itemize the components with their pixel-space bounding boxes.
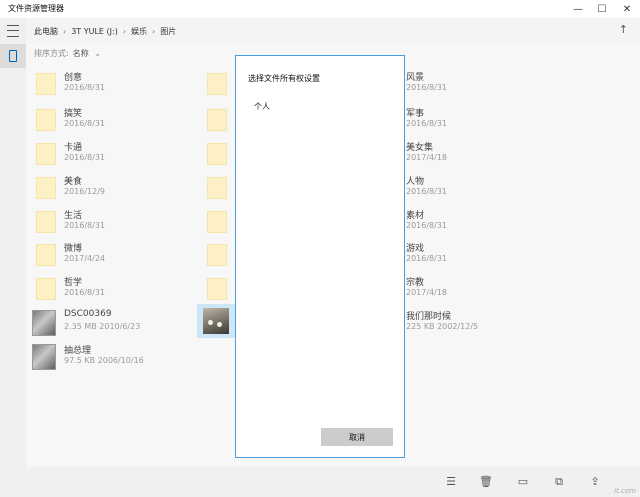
ownership-option-personal[interactable]: 个人 [254,101,270,112]
item-name: 人物 [406,177,425,187]
share-icon[interactable]: ⇪ [588,475,602,489]
image-thumbnail [203,308,229,334]
item-meta: 2016/8/31 [64,288,106,297]
folder-icon [36,143,56,165]
item-name: 创意 [64,73,83,83]
folder-icon[interactable] [207,177,227,199]
maximize-button[interactable]: ☐ [589,0,615,18]
item-meta: 2016/8/31 [406,187,448,196]
folder-icon [36,177,56,199]
folder-icon[interactable] [207,244,227,266]
item-meta: 2016/12/9 [64,187,106,196]
folder-icon [36,278,56,300]
folder-icon[interactable] [207,278,227,300]
chevron-right-icon: › [122,27,127,36]
watermark: it.com [614,487,636,495]
folder-icon [36,211,56,233]
item-name: 搞笑 [64,109,83,119]
item-name: DSC00369 [64,309,112,319]
address-bar: 此电脑 › 3T YULE (J:) › 娱乐 › 图片 ↑ [26,18,640,44]
new-file-icon[interactable]: ▭ [516,475,530,489]
item-name: 哲学 [64,278,83,288]
item-name: 卡通 [64,143,83,153]
item-name: 抽总理 [64,346,92,356]
chevron-down-icon[interactable]: ⌄ [94,49,101,58]
item-meta: 2016/8/31 [406,254,448,263]
item-meta: 2.35 MB 2010/6/23 [64,322,141,331]
item-meta: 2017/4/18 [406,288,448,297]
rail-item-files[interactable] [0,44,26,68]
folder-icon[interactable] [207,73,227,95]
breadcrumb-drive[interactable]: 3T YULE (J:) [71,27,118,36]
item-name: 游戏 [406,244,425,254]
dialog-title: 选择文件所有权设置 [248,74,320,83]
folder-icon [36,73,56,95]
minimize-button[interactable]: — [565,0,591,18]
cancel-button[interactable]: 取消 [321,428,393,446]
item-name: 美女集 [406,143,434,153]
item-meta: 2016/8/31 [406,119,448,128]
folder-icon [36,109,56,131]
folder-icon[interactable] [207,211,227,233]
window-title: 文件资源管理器 [8,4,64,13]
item-name: 军事 [406,109,425,119]
navigation-rail [0,18,26,497]
folder-icon [36,244,56,266]
list-view-icon[interactable]: ☰ [444,475,458,489]
command-bar: ☰ 🗑 ▭ ⧉ ⇪ it.com [26,467,640,497]
item-meta: 2016/8/31 [64,221,106,230]
sort-value[interactable]: 名称 [73,49,89,58]
item-name: 宗教 [406,278,425,288]
item-meta: 2016/8/31 [64,119,106,128]
sort-label: 排序方式: [34,49,69,58]
item-meta: 2016/8/31 [64,153,106,162]
breadcrumb: 此电脑 › 3T YULE (J:) › 娱乐 › 图片 [34,26,176,37]
item-name: 美食 [64,177,83,187]
ownership-dialog: 选择文件所有权设置 个人 取消 [235,55,405,458]
item-name: 微博 [64,244,83,254]
breadcrumb-pictures[interactable]: 图片 [160,27,176,36]
sort-control[interactable]: 排序方式: 名称 ⌄ [34,48,101,59]
chevron-right-icon: › [63,27,67,36]
item-meta: 2017/4/24 [64,254,106,263]
item-name: 风景 [406,73,425,83]
item-meta: 97.5 KB 2006/10/16 [64,356,144,365]
item-meta: 2016/8/31 [406,221,448,230]
folder-icon[interactable] [207,143,227,165]
image-thumbnail [32,344,56,370]
item-meta: 225 KB 2002/12/5 [406,322,479,331]
folder-icon[interactable] [207,109,227,131]
title-bar: 文件资源管理器 — ☐ ✕ [0,0,640,18]
up-arrow-icon[interactable]: ↑ [619,23,628,36]
item-name: 素材 [406,211,425,221]
image-thumbnail [32,310,56,336]
item-meta: 2017/4/18 [406,153,448,162]
breadcrumb-entertainment[interactable]: 娱乐 [131,27,147,36]
breadcrumb-this-pc[interactable]: 此电脑 [34,27,58,36]
close-button[interactable]: ✕ [614,0,640,18]
item-name: 生活 [64,211,83,221]
hamburger-menu-icon[interactable] [7,25,19,37]
item-name: 我们那时候 [406,312,452,322]
delete-icon[interactable]: 🗑 [479,475,493,489]
selected-photo-tile[interactable] [197,304,235,338]
copy-icon[interactable]: ⧉ [552,475,566,489]
document-icon [9,50,17,62]
chevron-right-icon: › [152,27,156,36]
item-meta: 2016/8/31 [64,83,106,92]
item-meta: 2016/8/31 [406,83,448,92]
